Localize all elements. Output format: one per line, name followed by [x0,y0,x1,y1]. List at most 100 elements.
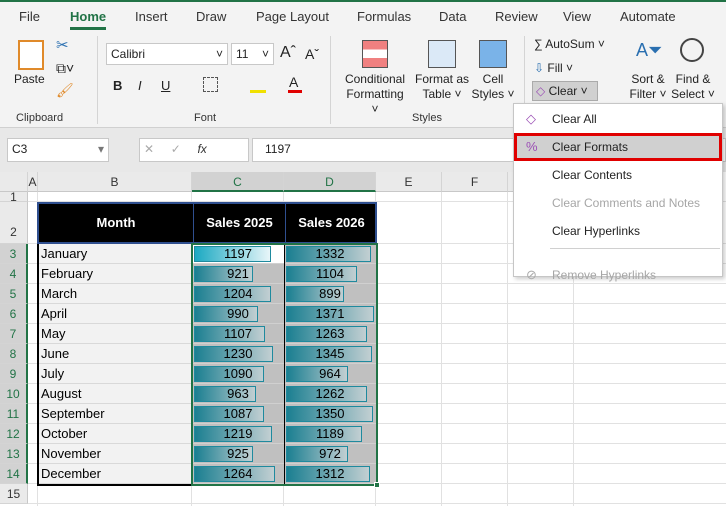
fill-handle[interactable] [374,482,380,488]
month-cell[interactable]: October [38,424,192,444]
cancel-icon[interactable]: ✕ [144,142,154,156]
autosum-button[interactable]: ∑ AutoSum ˅ [534,37,605,51]
table-header-cell[interactable]: Month [39,204,193,242]
menu-item-label: Clear Hyperlinks [552,224,641,238]
row-header-8[interactable]: 8 [0,344,28,364]
find-icon [680,38,704,62]
menu-item-label: Clear Formats [552,140,629,154]
paste-button[interactable]: Paste [14,72,45,87]
column-header-D[interactable]: D [284,172,376,192]
ribbon-tabs: File Home Insert Draw Page Layout Formul… [0,0,726,32]
month-cell[interactable]: June [38,344,192,364]
decrease-font-icon[interactable]: Aˇ [305,46,319,62]
borders-icon[interactable] [203,77,218,92]
row-header-11[interactable]: 11 [0,404,28,424]
select-all-corner[interactable] [0,172,28,192]
bold-button[interactable]: B [113,78,122,93]
menu-item-label: Remove Hyperlinks [552,268,657,282]
format-as-table-button[interactable]: Format as Table ˅ [414,72,470,102]
font-name-select[interactable]: Calibri ˅ [106,43,228,65]
underline-button[interactable]: U [161,78,170,93]
month-cell[interactable]: February [38,264,192,284]
column-header-A[interactable]: A [28,172,38,192]
month-cell[interactable]: November [38,444,192,464]
menu-item-label: Clear Comments and Notes [552,196,701,210]
month-cell[interactable]: December [38,464,192,484]
paste-icon [18,40,44,70]
column-header-F[interactable]: F [442,172,508,192]
menu-divider [550,248,720,249]
menu-item-label: Clear Contents [552,168,633,182]
sort-filter-button[interactable]: Sort & Filter ˅ [626,72,670,102]
month-cell[interactable]: July [38,364,192,384]
month-cell[interactable]: April [38,304,192,324]
clear-dropdown-menu: ◇ Clear All% Clear Formats Clear Contents Cl… [513,103,723,282]
clear-button[interactable]: ◇ Clear ˅ [532,81,598,101]
row-header-15[interactable]: 15 [0,484,28,504]
clear-formats-icon: % [526,139,538,154]
row-header-14[interactable]: 14 [0,464,28,484]
table-header-cell[interactable]: Sales 2025 [193,204,285,242]
month-cell[interactable]: May [38,324,192,344]
font-color-icon[interactable]: A [289,74,298,90]
tab-home[interactable]: Home [70,9,107,30]
column-header-C[interactable]: C [192,172,284,192]
conditional-formatting-icon [362,40,388,68]
column-header-B[interactable]: B [38,172,192,192]
increase-font-icon[interactable]: Aˆ [280,44,296,62]
tab-automate[interactable]: Automate [620,9,676,24]
conditional-formatting-button[interactable]: Conditional Formatting ˅ [342,72,408,117]
row-header-10[interactable]: 10 [0,384,28,404]
format-as-table-icon [428,40,456,68]
month-cell[interactable]: March [38,284,192,304]
menu-item-clear-formats[interactable]: % Clear Formats [514,133,722,161]
enter-icon[interactable]: ✓ [171,142,181,156]
find-select-button[interactable]: Find & Select ˅ [670,72,716,102]
row-header-12[interactable]: 12 [0,424,28,444]
formula-buttons: ✕ ✓ fx [139,138,249,162]
tab-formulas[interactable]: Formulas [357,9,411,24]
copy-icon[interactable]: ⧉˅ [56,60,74,77]
month-cell[interactable]: August [38,384,192,404]
tab-draw[interactable]: Draw [196,9,226,24]
menu-item-label: Clear All [552,112,597,126]
column-header-E[interactable]: E [376,172,442,192]
row-header-7[interactable]: 7 [0,324,28,344]
tab-data[interactable]: Data [439,9,466,24]
menu-item-clear-comments-and-notes[interactable]: Clear Comments and Notes [514,189,722,217]
eraser-icon: ◇ [526,111,536,126]
fill-down-icon: ⇩ [534,61,548,75]
font-size-select[interactable]: 11 ˅ [231,43,274,65]
cut-icon[interactable]: ✂ [56,36,69,54]
row-header-2[interactable]: 2 [0,202,28,244]
menu-item-remove-hyperlinks[interactable]: ⊘ Remove Hyperlinks [514,261,722,289]
row-header-9[interactable]: 9 [0,364,28,384]
row-header-13[interactable]: 13 [0,444,28,464]
row-header-6[interactable]: 6 [0,304,28,324]
month-cell[interactable]: January [38,244,192,264]
fill-color-icon[interactable] [250,90,266,93]
selection-range [191,243,378,486]
tab-view[interactable]: View [563,9,591,24]
cell-styles-button[interactable]: Cell Styles ˅ [470,72,516,102]
row-header-4[interactable]: 4 [0,264,28,284]
row-header-1[interactable]: 1 [0,191,28,203]
tab-insert[interactable]: Insert [135,9,168,24]
menu-item-clear-contents[interactable]: Clear Contents [514,161,722,189]
name-box[interactable]: C3 ▾ [7,138,109,162]
font-group-label: Font [194,112,217,124]
menu-item-clear-all[interactable]: ◇ Clear All [514,105,722,133]
menu-item-clear-hyperlinks[interactable]: Clear Hyperlinks [514,217,722,245]
row-header-3[interactable]: 3 [0,244,28,264]
table-header-row: Month Sales 2025 Sales 2026 [37,202,377,244]
tab-page-layout[interactable]: Page Layout [256,9,329,24]
row-header-5[interactable]: 5 [0,284,28,304]
tab-file[interactable]: File [19,9,40,24]
tab-review[interactable]: Review [495,9,538,24]
month-cell[interactable]: September [38,404,192,424]
italic-button[interactable]: I [138,78,142,93]
format-painter-icon[interactable]: 🖌 [56,82,74,99]
fill-button[interactable]: ⇩ Fill ˅ [534,61,573,75]
insert-function-icon[interactable]: fx [197,142,206,156]
table-header-cell[interactable]: Sales 2026 [285,204,377,242]
